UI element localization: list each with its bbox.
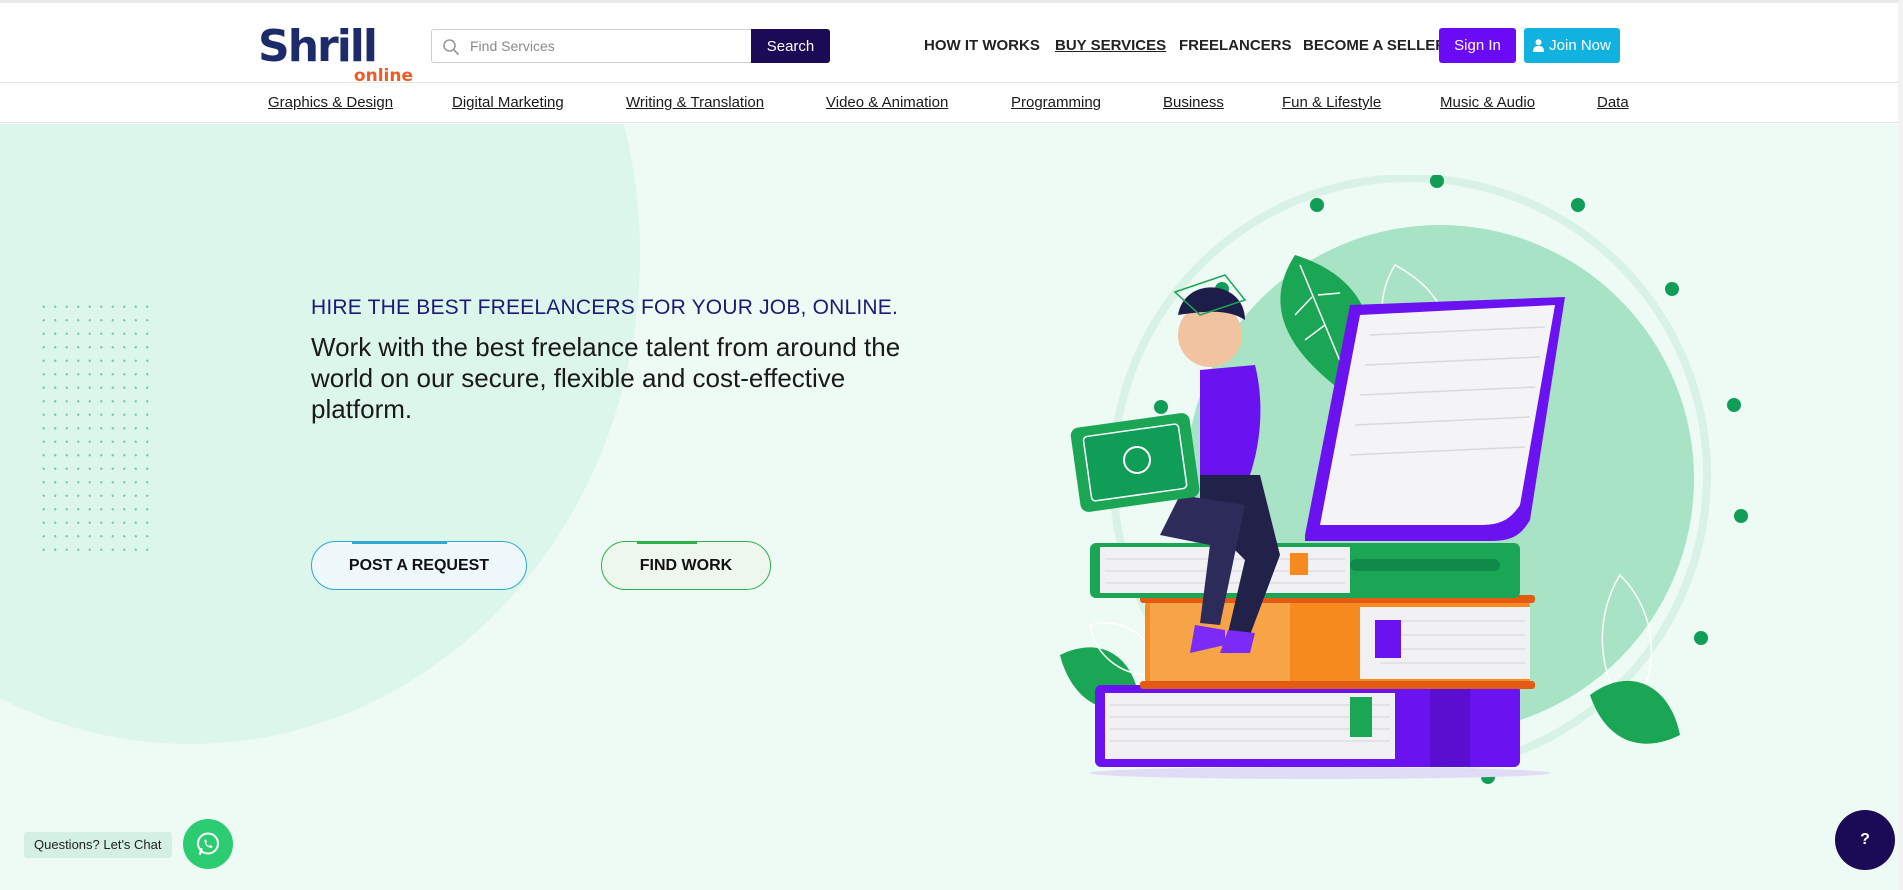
- find-work-button[interactable]: FIND WORK: [601, 541, 771, 590]
- category-video-animation[interactable]: Video & Animation: [826, 94, 948, 111]
- search-input[interactable]: [470, 31, 745, 61]
- site-header: Shrill online Search HOW IT WORKS BUY SE…: [0, 3, 1903, 86]
- post-a-request-button[interactable]: POST A REQUEST: [311, 541, 527, 590]
- help-button[interactable]: ?: [1835, 810, 1895, 870]
- user-icon: [1533, 39, 1545, 52]
- whatsapp-icon: [197, 832, 219, 856]
- logo-name: Shrill: [258, 21, 378, 72]
- nav-how-it-works[interactable]: HOW IT WORKS: [924, 37, 1040, 54]
- category-business[interactable]: Business: [1163, 94, 1224, 111]
- sign-in-button[interactable]: Sign In: [1439, 28, 1516, 63]
- post-a-request-label: POST A REQUEST: [348, 556, 490, 574]
- category-digital-marketing[interactable]: Digital Marketing: [452, 94, 564, 111]
- hero-headline: Work with the best freelance talent from…: [311, 332, 901, 424]
- hero-section: HIRE THE BEST FREELANCERS FOR YOUR JOB, …: [0, 124, 1903, 890]
- chat-prompt[interactable]: Questions? Let's Chat: [24, 832, 172, 858]
- nav-become-a-seller[interactable]: BECOME A SELLER: [1303, 37, 1446, 54]
- search-button[interactable]: Search: [751, 29, 830, 63]
- hero-kicker: HIRE THE BEST FREELANCERS FOR YOUR JOB, …: [311, 296, 899, 319]
- find-work-label: FIND WORK: [639, 556, 733, 574]
- dot-pattern: [38, 300, 154, 558]
- join-now-button[interactable]: Join Now: [1524, 28, 1620, 63]
- nav-freelancers[interactable]: FREELANCERS: [1179, 37, 1292, 54]
- category-music-audio[interactable]: Music & Audio: [1440, 94, 1535, 111]
- join-now-label: Join Now: [1549, 37, 1611, 54]
- question-icon: ?: [1860, 831, 1870, 848]
- category-data[interactable]: Data: [1597, 94, 1629, 111]
- search-bar: Search: [431, 29, 830, 63]
- search-box: [431, 29, 751, 63]
- freelancer-illustration: [1060, 175, 1748, 784]
- category-programming[interactable]: Programming: [1011, 94, 1101, 111]
- page-scrollbar[interactable]: [1898, 0, 1903, 890]
- category-bar: Graphics & Design Digital Marketing Writ…: [0, 84, 1903, 123]
- category-writing-translation[interactable]: Writing & Translation: [626, 94, 764, 111]
- logo-suffix: online: [353, 66, 413, 86]
- search-icon: [443, 39, 459, 55]
- category-graphics-design[interactable]: Graphics & Design: [268, 94, 393, 111]
- site-logo[interactable]: Shrill online: [258, 21, 413, 86]
- nav-buy-services[interactable]: BUY SERVICES: [1055, 37, 1166, 54]
- whatsapp-chat-button[interactable]: [183, 819, 233, 869]
- category-fun-lifestyle[interactable]: Fun & Lifestyle: [1282, 94, 1381, 111]
